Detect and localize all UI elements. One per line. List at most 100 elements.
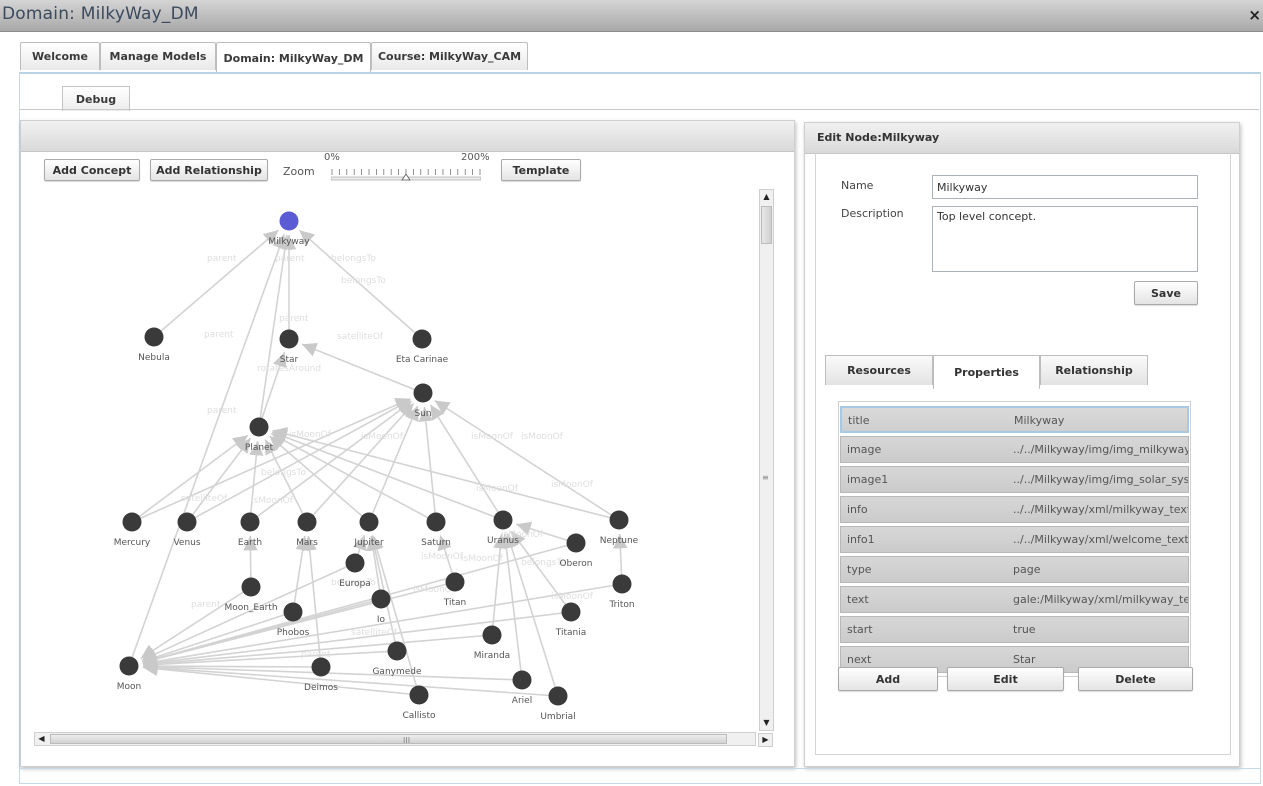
relationship-edge[interactable] bbox=[491, 533, 508, 636]
template-button[interactable]: Template bbox=[501, 159, 581, 181]
save-button[interactable]: Save bbox=[1134, 281, 1198, 305]
horizontal-scrollbar[interactable]: ◀ III ▶ bbox=[34, 732, 773, 747]
node-dot[interactable] bbox=[612, 574, 632, 594]
relationship-edge[interactable] bbox=[434, 399, 620, 521]
selected-node-dot[interactable] bbox=[279, 211, 299, 231]
node-dot[interactable] bbox=[609, 510, 629, 530]
concept-node[interactable]: Earth bbox=[238, 512, 262, 549]
delete-property-button[interactable]: Delete bbox=[1078, 667, 1193, 691]
property-row[interactable]: text gale:/Milkyway/xml/milkyway_text.xht… bbox=[840, 586, 1189, 613]
relationship-edge[interactable] bbox=[153, 229, 279, 338]
concept-node[interactable]: Nebula bbox=[138, 327, 170, 364]
node-dot[interactable] bbox=[548, 686, 568, 706]
property-row[interactable]: info ../../Milkyway/xml/milkyway_text.xht… bbox=[840, 496, 1189, 523]
property-row[interactable]: title Milkyway bbox=[840, 406, 1189, 433]
concept-node[interactable]: Umbrial bbox=[540, 686, 576, 723]
node-label: Uranus bbox=[487, 536, 519, 546]
node-dot[interactable] bbox=[512, 670, 532, 690]
tab-debug[interactable]: Debug bbox=[62, 86, 130, 111]
node-dot[interactable] bbox=[241, 577, 261, 597]
tab-manage-models[interactable]: Manage Models bbox=[100, 42, 216, 70]
node-dot[interactable] bbox=[359, 512, 379, 532]
concept-node[interactable]: Milkyway bbox=[268, 211, 310, 248]
relationship-edge[interactable] bbox=[271, 430, 504, 521]
concept-node[interactable]: Ariel bbox=[512, 670, 532, 707]
property-row[interactable]: image1 ../../Milkyway/img/img_solar_syste… bbox=[840, 466, 1189, 493]
node-dot[interactable] bbox=[279, 329, 299, 349]
edit-property-button[interactable]: Edit bbox=[947, 667, 1064, 691]
tab-relationship[interactable]: Relationship bbox=[1040, 355, 1148, 385]
property-row[interactable]: image ../../Milkyway/img/img_milkyway.jpg bbox=[840, 436, 1189, 463]
name-field[interactable] bbox=[932, 175, 1198, 199]
close-icon[interactable]: × bbox=[1248, 6, 1261, 24]
node-dot[interactable] bbox=[297, 512, 317, 532]
node-dot[interactable] bbox=[371, 589, 391, 609]
tab-resources[interactable]: Resources bbox=[825, 355, 933, 385]
concept-node[interactable]: Moon_Earth bbox=[224, 577, 278, 614]
concept-node[interactable]: Planet bbox=[245, 417, 274, 454]
scroll-left-icon[interactable]: ◀ bbox=[35, 733, 48, 745]
concept-node[interactable]: Ganymede bbox=[372, 641, 422, 678]
relationship-edge[interactable] bbox=[418, 406, 437, 523]
concept-node[interactable]: Mars bbox=[296, 512, 318, 549]
node-dot[interactable] bbox=[412, 329, 432, 349]
property-row[interactable]: start true bbox=[840, 616, 1189, 643]
node-dot[interactable] bbox=[426, 512, 446, 532]
relationship-edge[interactable] bbox=[249, 440, 264, 523]
tab-course[interactable]: Course: MilkyWay_CAM bbox=[371, 42, 528, 70]
node-dot[interactable] bbox=[493, 510, 513, 530]
node-dot[interactable] bbox=[345, 553, 365, 573]
concept-graph-canvas[interactable]: parent parent belongsTo belongsTo parent pare… bbox=[31, 187, 775, 747]
node-dot[interactable] bbox=[119, 656, 139, 676]
scroll-down-icon[interactable]: ▼ bbox=[760, 716, 773, 730]
concept-node[interactable]: Miranda bbox=[474, 625, 510, 662]
relationship-edge[interactable] bbox=[368, 405, 419, 523]
concept-node[interactable]: Eta Carinae bbox=[396, 329, 449, 366]
relationship-edge[interactable] bbox=[142, 660, 559, 697]
concept-node[interactable]: Jupiter bbox=[353, 512, 384, 549]
concept-node[interactable]: Callisto bbox=[402, 685, 436, 722]
zoom-slider[interactable] bbox=[331, 167, 481, 183]
node-dot[interactable] bbox=[283, 602, 303, 622]
node-dot[interactable] bbox=[561, 602, 581, 622]
concept-node[interactable]: Saturn bbox=[421, 512, 451, 549]
concept-node[interactable]: Europa bbox=[339, 553, 371, 590]
node-dot[interactable] bbox=[177, 512, 197, 532]
node-dot[interactable] bbox=[566, 533, 586, 553]
tab-properties[interactable]: Properties bbox=[933, 355, 1040, 389]
node-dot[interactable] bbox=[144, 327, 164, 347]
node-dot[interactable] bbox=[311, 657, 331, 677]
add-relationship-button[interactable]: Add Relationship bbox=[150, 159, 268, 181]
vertical-scroll-thumb[interactable] bbox=[761, 206, 772, 244]
node-dot[interactable] bbox=[240, 512, 260, 532]
relationship-edge[interactable] bbox=[272, 427, 620, 521]
property-row[interactable]: type page bbox=[840, 556, 1189, 583]
add-property-button[interactable]: Add bbox=[838, 667, 938, 691]
scroll-up-icon[interactable]: ▲ bbox=[760, 190, 773, 204]
node-dot[interactable] bbox=[249, 417, 269, 437]
concept-node[interactable]: Mercury bbox=[114, 512, 151, 549]
horizontal-scroll-thumb[interactable]: III bbox=[50, 734, 727, 745]
concept-node[interactable]: Triton bbox=[608, 574, 635, 611]
concept-node[interactable]: Titania bbox=[555, 602, 587, 639]
concept-node[interactable]: Deimos bbox=[304, 657, 338, 694]
node-dot[interactable] bbox=[482, 625, 502, 645]
concept-node[interactable]: Sun bbox=[413, 383, 433, 420]
vertical-scrollbar[interactable]: ▲ ≡ ▼ bbox=[759, 189, 774, 731]
description-field[interactable]: Top level concept. bbox=[932, 206, 1198, 272]
node-dot[interactable] bbox=[122, 512, 142, 532]
concept-node[interactable]: Moon bbox=[117, 656, 141, 693]
scroll-right-icon[interactable]: ▶ bbox=[758, 733, 773, 747]
tab-welcome[interactable]: Welcome bbox=[20, 42, 100, 70]
node-dot[interactable] bbox=[387, 641, 407, 661]
node-dot[interactable] bbox=[409, 685, 429, 705]
add-concept-button[interactable]: Add Concept bbox=[44, 159, 140, 181]
concept-node[interactable]: Star bbox=[279, 329, 299, 366]
property-row[interactable]: info1 ../../Milkyway/xml/welcome_text.xht… bbox=[840, 526, 1189, 553]
tab-domain[interactable]: Domain: MilkyWay_DM bbox=[216, 42, 371, 73]
relationship-edge[interactable] bbox=[302, 535, 322, 668]
node-dot[interactable] bbox=[413, 383, 433, 403]
node-label: Moon bbox=[117, 682, 141, 692]
node-dot[interactable] bbox=[445, 572, 465, 592]
relationship-edge[interactable] bbox=[142, 581, 456, 666]
